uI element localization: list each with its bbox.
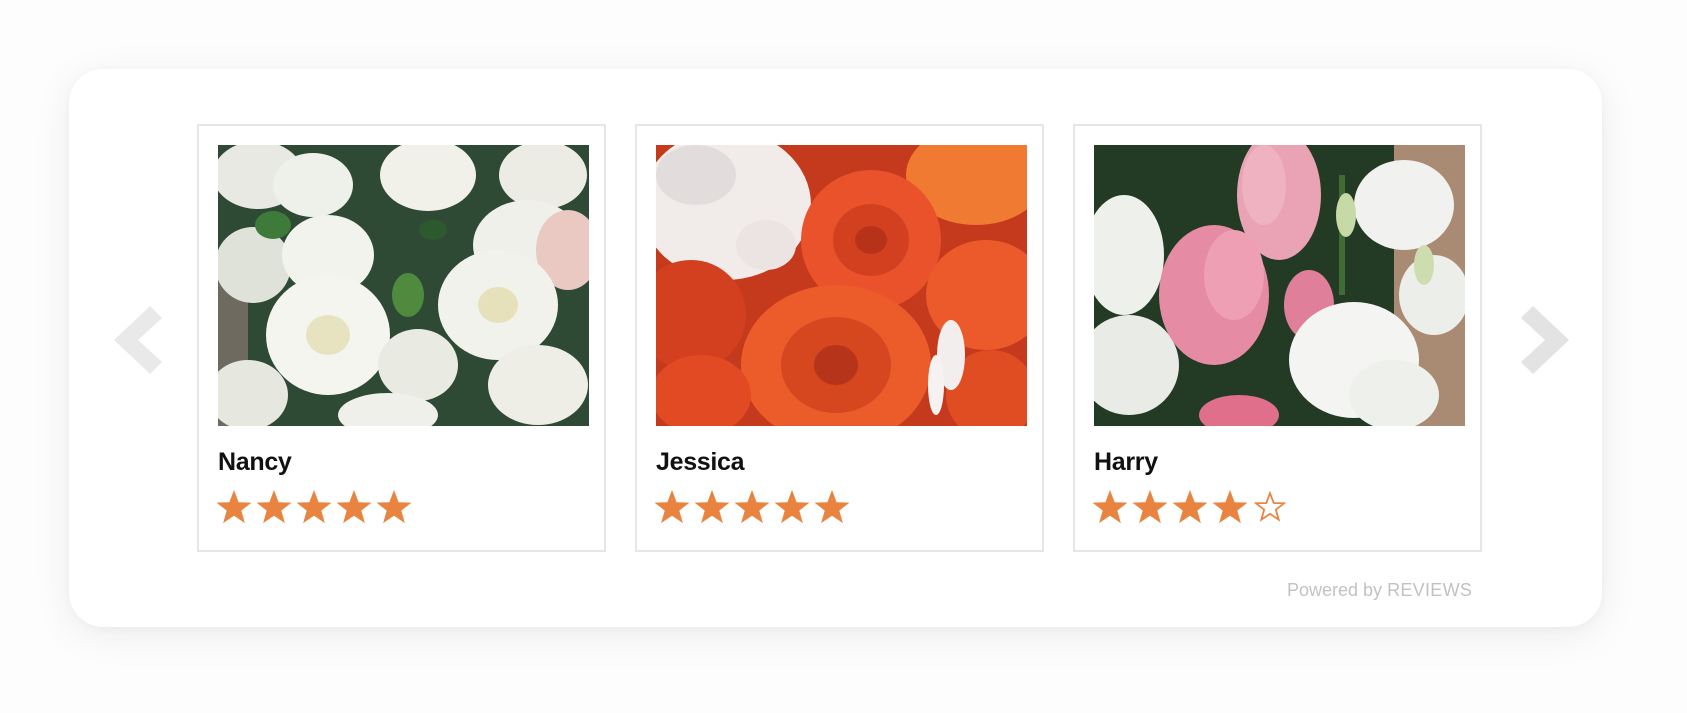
star-filled-icon [1092,490,1128,524]
review-photo-white-roses [218,145,589,426]
chevron-left-icon [114,306,162,374]
star-rating [654,488,850,530]
star-filled-icon [336,490,372,524]
star-filled-icon [774,490,810,524]
star-filled-icon [1132,490,1168,524]
star-filled-icon [1172,490,1208,524]
star-filled-icon [734,490,770,524]
star-filled-icon [1212,490,1248,524]
reviewer-name: Nancy [218,448,292,476]
powered-by-link[interactable]: Powered by REVIEWS [1287,580,1472,601]
powered-by-prefix: Powered by [1287,580,1383,600]
review-photo-orange-roses [656,145,1027,426]
star-rating [1092,488,1288,530]
powered-by-brand: REVIEWS [1387,580,1473,600]
reviewer-name: Jessica [656,448,745,476]
review-photo-pink-lisianthus [1094,145,1465,426]
carousel-prev-button[interactable] [110,300,166,380]
carousel-next-button[interactable] [1517,300,1573,380]
star-filled-icon [654,490,690,524]
star-filled-icon [216,490,252,524]
star-filled-icon [296,490,332,524]
review-card[interactable]: Jessica [635,124,1044,552]
chevron-right-icon [1521,306,1569,374]
star-filled-icon [256,490,292,524]
star-filled-icon [376,490,412,524]
star-filled-icon [814,490,850,524]
review-card[interactable]: Nancy [197,124,606,552]
reviewer-name: Harry [1094,448,1158,476]
star-empty-icon [1253,490,1287,522]
star-rating [216,488,412,530]
review-card[interactable]: Harry [1073,124,1482,552]
star-filled-icon [694,490,730,524]
